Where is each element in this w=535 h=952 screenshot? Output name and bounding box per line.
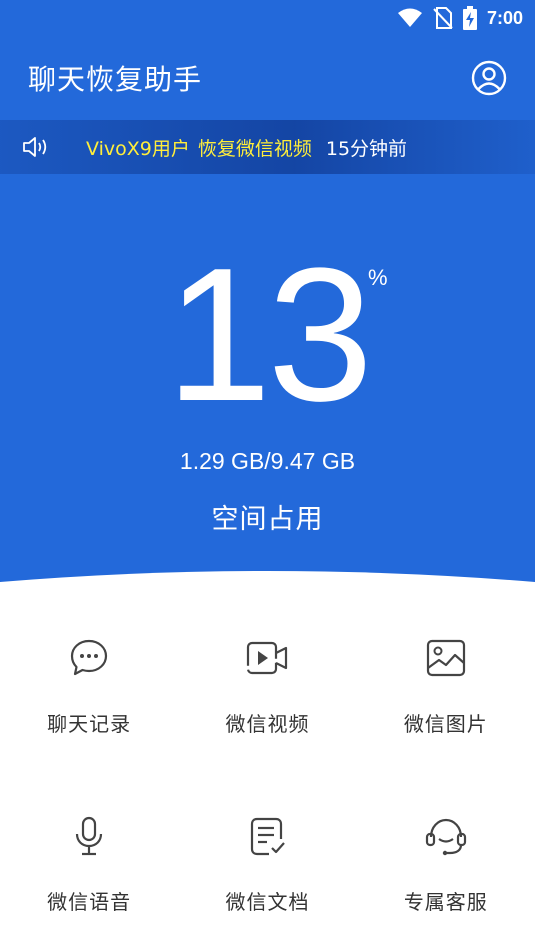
user-circle-icon bbox=[471, 60, 507, 96]
headset-icon bbox=[424, 814, 468, 858]
status-time: 7:00 bbox=[486, 7, 523, 28]
screen: 7:00 聊天恢复助手 VivoX9用户 恢复微信视频 15分钟前 13 % 1… bbox=[0, 0, 535, 952]
no-sim-icon bbox=[433, 7, 453, 29]
image-icon bbox=[424, 636, 468, 680]
speaker-icon bbox=[22, 133, 52, 161]
ticker-action: 恢复微信视频 bbox=[197, 137, 312, 160]
app-bar: 聊天恢复助手 bbox=[0, 48, 535, 108]
feature-chat-records[interactable]: 聊天记录 bbox=[0, 630, 178, 808]
feature-customer-service[interactable]: 专属客服 bbox=[357, 808, 535, 952]
ticker-time: 15分钟前 bbox=[325, 137, 408, 160]
feature-grid: 聊天记录 微信视频 微信图片 微信语音 微信文档 专属客服 bbox=[0, 630, 535, 952]
feature-label: 专属客服 bbox=[403, 890, 488, 914]
feature-label: 聊天记录 bbox=[47, 712, 132, 736]
storage-usage: 1.29 GB/9.47 GB bbox=[179, 448, 356, 474]
recovery-ticker[interactable]: VivoX9用户 恢复微信视频 15分钟前 bbox=[0, 120, 535, 174]
storage-usage-label: 空间占用 bbox=[211, 504, 324, 535]
document-icon bbox=[245, 814, 289, 858]
profile-button[interactable] bbox=[469, 58, 509, 98]
usage-percent-container: 13 bbox=[0, 229, 535, 441]
status-bar: 7:00 bbox=[0, 0, 535, 36]
microphone-icon bbox=[67, 814, 111, 858]
feature-label: 微信文档 bbox=[225, 890, 310, 914]
percent-sign: % bbox=[368, 265, 388, 290]
ticker-user: VivoX9用户 bbox=[86, 137, 190, 160]
usage-percent: 13 bbox=[165, 229, 373, 441]
feature-label: 微信图片 bbox=[403, 712, 488, 736]
feature-wechat-images[interactable]: 微信图片 bbox=[357, 630, 535, 808]
app-title: 聊天恢复助手 bbox=[28, 63, 203, 96]
header-curve bbox=[0, 571, 535, 620]
feature-label: 微信视频 bbox=[225, 712, 310, 736]
feature-wechat-video[interactable]: 微信视频 bbox=[178, 630, 356, 808]
battery-charging-icon bbox=[462, 6, 477, 30]
video-icon bbox=[245, 636, 289, 680]
wifi-icon bbox=[397, 8, 423, 28]
feature-wechat-documents[interactable]: 微信文档 bbox=[178, 808, 356, 952]
chat-bubble-icon bbox=[67, 636, 111, 680]
feature-wechat-voice[interactable]: 微信语音 bbox=[0, 808, 178, 952]
feature-label: 微信语音 bbox=[47, 890, 132, 914]
